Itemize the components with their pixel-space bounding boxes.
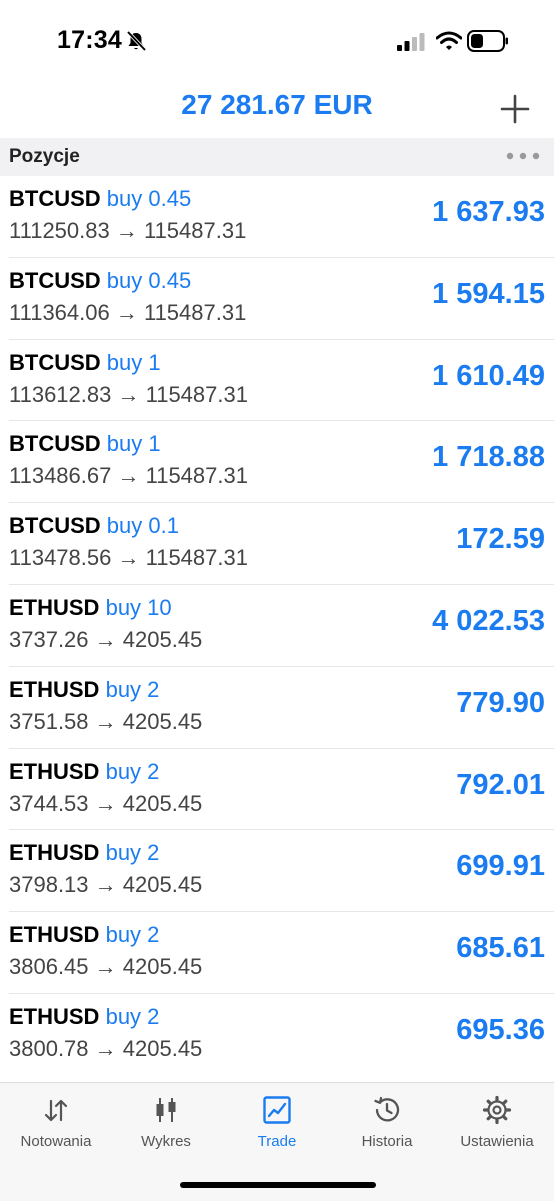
open-price: 3806.45 xyxy=(9,954,89,980)
open-price: 111364.06 xyxy=(9,299,110,325)
position-side: buy 1 xyxy=(106,431,161,457)
position-side: buy 1 xyxy=(106,349,161,375)
tab-label: Wykres xyxy=(141,1133,191,1150)
more-options-icon[interactable] xyxy=(506,152,540,160)
trade-chart-icon xyxy=(263,1096,291,1124)
position-row[interactable]: BTCUSD buy 0.45 111364.06 → 115487.31 1 … xyxy=(0,258,554,340)
tab-label: Ustawienia xyxy=(460,1133,534,1150)
open-price: 3798.13 xyxy=(9,872,89,898)
position-profit: 4 022.53 xyxy=(432,604,545,637)
position-side: buy 0.1 xyxy=(106,513,179,539)
position-row[interactable]: BTCUSD buy 0.1 113478.56 → 115487.31 172… xyxy=(0,503,554,585)
open-price: 113478.56 xyxy=(9,545,112,571)
position-symbol: BTCUSD xyxy=(9,431,101,457)
position-row[interactable]: BTCUSD buy 1 113486.67 → 115487.31 1 718… xyxy=(0,421,554,504)
tab-label: Notowania xyxy=(20,1133,92,1150)
position-profit: 699.91 xyxy=(456,850,545,883)
wifi-icon xyxy=(436,31,462,50)
position-side: buy 10 xyxy=(105,594,172,620)
position-side: buy 2 xyxy=(105,758,160,784)
position-side: buy 2 xyxy=(105,676,160,702)
position-symbol: ETHUSD xyxy=(9,840,100,866)
position-profit: 172.59 xyxy=(456,523,545,556)
current-price: 4205.45 xyxy=(122,1035,203,1061)
home-indicator xyxy=(180,1182,376,1188)
history-clock-icon xyxy=(374,1096,400,1122)
current-price: 115487.31 xyxy=(145,463,248,489)
position-symbol: BTCUSD xyxy=(9,349,101,375)
position-symbol: BTCUSD xyxy=(9,267,101,293)
position-row[interactable]: BTCUSD buy 0.45 111250.83 → 115487.31 1 … xyxy=(0,176,554,258)
status-bar: 17:34 xyxy=(0,0,554,80)
current-price: 4205.45 xyxy=(122,790,203,816)
cellular-signal-icon xyxy=(397,33,425,51)
current-price: 4205.45 xyxy=(122,708,203,734)
position-symbol: ETHUSD xyxy=(9,594,100,620)
position-row[interactable]: BTCUSD buy 1 113612.83 → 115487.31 1 610… xyxy=(0,340,554,422)
position-symbol: ETHUSD xyxy=(9,1003,100,1029)
position-row[interactable]: ETHUSD buy 2 3800.78 → 4205.45 695.36 xyxy=(0,994,554,1076)
candlestick-icon xyxy=(156,1098,176,1122)
position-side: buy 2 xyxy=(105,1003,160,1029)
tab-wykres[interactable]: Wykres xyxy=(111,1095,221,1165)
positions-list: BTCUSD buy 0.45 111250.83 → 115487.31 1 … xyxy=(0,176,554,1076)
position-profit: 685.61 xyxy=(456,932,545,965)
tab-label: Trade xyxy=(257,1133,297,1150)
open-price: 3751.58 xyxy=(9,708,89,734)
current-price: 115487.31 xyxy=(145,381,248,407)
position-profit: 779.90 xyxy=(456,686,545,719)
current-price: 115487.31 xyxy=(143,299,247,325)
tab-label: Historia xyxy=(361,1133,413,1150)
battery-icon xyxy=(467,30,508,52)
position-profit: 792.01 xyxy=(456,768,545,801)
position-side: buy 0.45 xyxy=(106,267,192,293)
current-price: 115487.31 xyxy=(145,545,248,571)
position-profit: 1 718.88 xyxy=(432,441,545,474)
tab-trade[interactable]: Trade xyxy=(222,1095,332,1165)
quotes-arrows-icon xyxy=(44,1099,68,1122)
position-side: buy 2 xyxy=(105,840,160,866)
gear-icon xyxy=(482,1095,512,1125)
position-profit: 1 594.15 xyxy=(432,277,545,310)
current-price: 4205.45 xyxy=(122,626,203,652)
positions-section-header: Pozycje xyxy=(0,138,554,176)
position-symbol: BTCUSD xyxy=(9,513,101,539)
header: 27 281.67 EUR xyxy=(0,80,554,136)
open-price: 111250.83 xyxy=(9,218,110,243)
position-profit: 695.36 xyxy=(456,1013,545,1046)
open-price: 113612.83 xyxy=(9,381,112,407)
position-row[interactable]: ETHUSD buy 2 3806.45 → 4205.45 685.61 xyxy=(0,912,554,994)
current-price: 115487.31 xyxy=(143,218,247,243)
status-time: 17:34 xyxy=(57,26,122,54)
bell-off-icon xyxy=(126,30,147,52)
position-symbol: ETHUSD xyxy=(9,676,100,702)
account-balance: 27 281.67 EUR xyxy=(181,89,373,120)
position-side: buy 2 xyxy=(105,922,160,948)
position-row[interactable]: ETHUSD buy 2 3751.58 → 4205.45 779.90 xyxy=(0,667,554,749)
position-row[interactable]: ETHUSD buy 2 3798.13 → 4205.45 699.91 xyxy=(0,830,554,913)
open-price: 3744.53 xyxy=(9,790,89,816)
position-symbol: ETHUSD xyxy=(9,922,100,948)
section-title: Pozycje xyxy=(9,146,80,167)
open-price: 3800.78 xyxy=(9,1035,89,1061)
position-profit: 1 610.49 xyxy=(432,359,545,392)
position-side: buy 0.45 xyxy=(106,186,192,211)
position-row[interactable]: ETHUSD buy 10 3737.26 → 4205.45 4 022.53 xyxy=(0,585,554,667)
add-icon[interactable] xyxy=(498,92,532,126)
position-row[interactable]: ETHUSD buy 2 3744.53 → 4205.45 792.01 xyxy=(0,749,554,831)
position-profit: 1 637.93 xyxy=(432,196,545,228)
current-price: 4205.45 xyxy=(122,954,203,980)
position-symbol: ETHUSD xyxy=(9,758,100,784)
position-symbol: BTCUSD xyxy=(9,186,101,211)
open-price: 3737.26 xyxy=(9,626,89,652)
current-price: 4205.45 xyxy=(122,872,203,898)
tab-notowania[interactable]: Notowania xyxy=(1,1095,111,1165)
tab-ustawienia[interactable]: Ustawienia xyxy=(442,1095,552,1165)
open-price: 113486.67 xyxy=(9,463,112,489)
tab-historia[interactable]: Historia xyxy=(332,1095,442,1165)
